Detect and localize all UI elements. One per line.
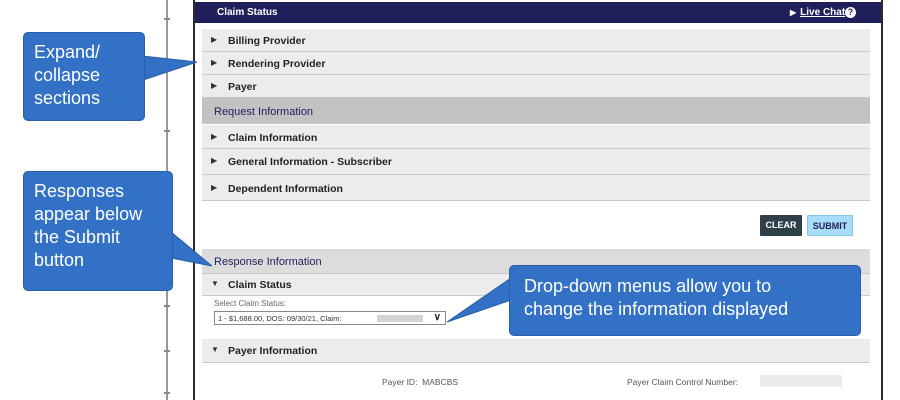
callout-line: button <box>34 250 85 270</box>
callout-line: change the information displayed <box>524 299 789 319</box>
callout-line: appear below <box>34 204 143 224</box>
callout-line: Drop-down menus allow you to <box>524 276 772 296</box>
callout-line: collapse <box>34 65 101 85</box>
callout-line: Expand/ <box>34 42 101 62</box>
callout-line: Responses <box>34 181 125 201</box>
callout-line: sections <box>34 88 101 108</box>
callout-responses: Responses appear below the Submit button <box>23 171 173 291</box>
callout-line: the Submit <box>34 227 121 247</box>
callout-expand-collapse: Expand/ collapse sections <box>23 32 145 121</box>
callout-pointer-responses <box>170 230 213 267</box>
callout-pointer-expand <box>142 55 198 81</box>
callout-pointer-dropdowns <box>446 277 512 323</box>
callout-dropdowns: Drop-down menus allow you to change the … <box>509 265 861 336</box>
